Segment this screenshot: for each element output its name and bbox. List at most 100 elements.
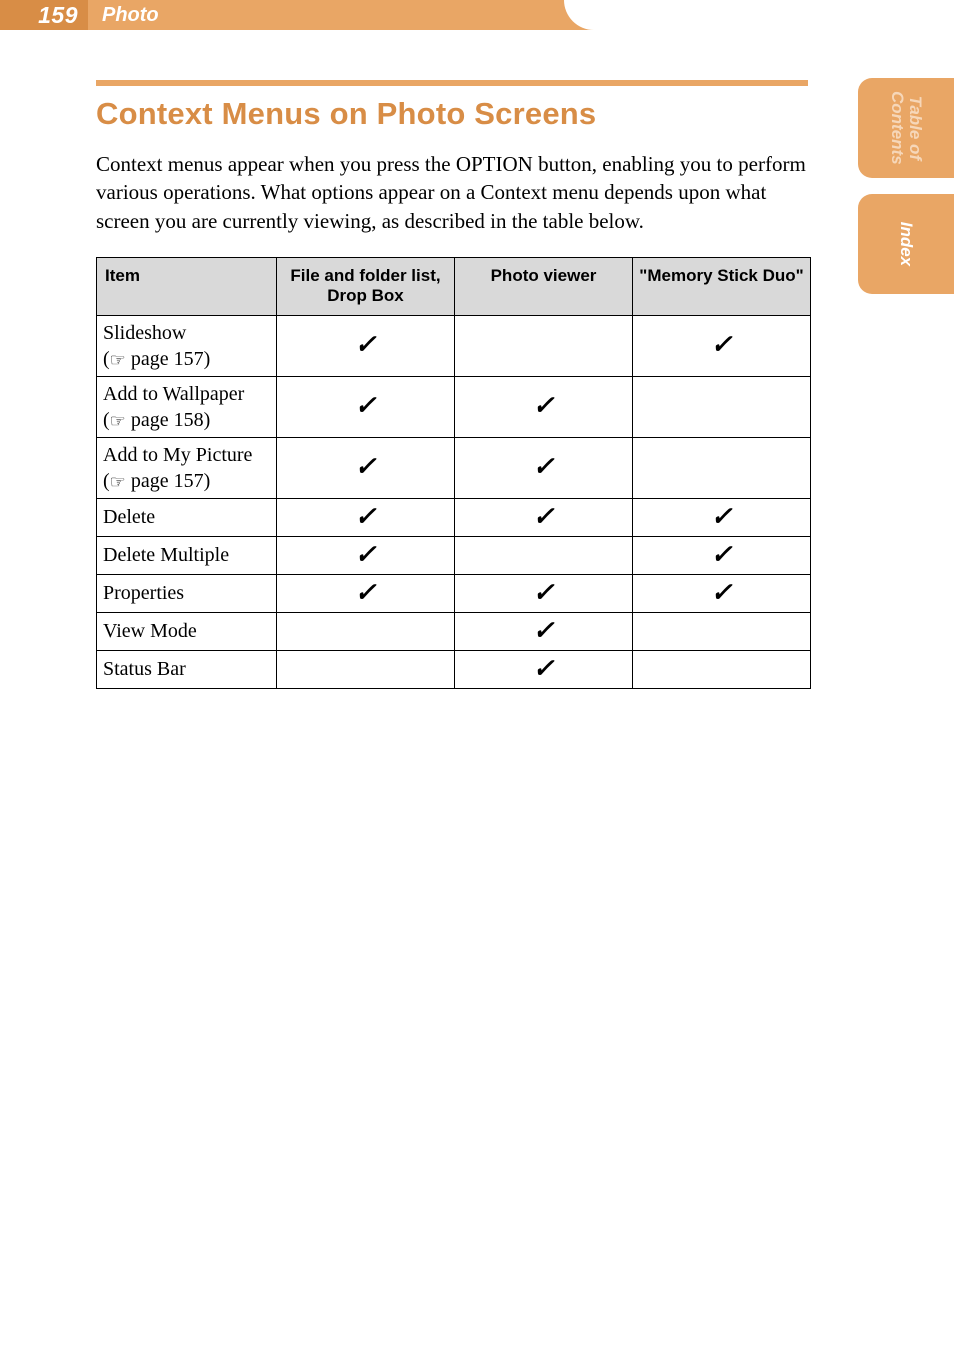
check-cell <box>455 536 633 574</box>
check-icon: ✓ <box>711 501 733 531</box>
check-cell <box>633 650 811 688</box>
check-cell: ✓ <box>277 536 455 574</box>
check-cell <box>277 650 455 688</box>
item-cell: Properties <box>97 574 277 612</box>
table-row: Slideshow(☞ page 157) ✓ ✓ <box>97 315 811 376</box>
check-cell: ✓ <box>277 574 455 612</box>
check-cell: ✓ <box>455 498 633 536</box>
page-number-box: 159 <box>0 0 88 30</box>
page-number: 159 <box>38 2 78 29</box>
ref-right-paren: ) <box>204 348 211 370</box>
ref-left-paren: ( <box>103 348 110 370</box>
check-icon: ✓ <box>533 653 555 683</box>
check-icon: ✓ <box>355 451 377 481</box>
item-name: Properties <box>103 580 270 606</box>
check-cell <box>633 437 811 498</box>
item-page-ref[interactable]: (☞ page 157) <box>103 346 270 372</box>
ref-right-paren: ) <box>204 409 211 431</box>
item-name: Add to My Picture <box>103 442 270 468</box>
tab-index[interactable]: Index <box>858 194 954 294</box>
item-name: Delete Multiple <box>103 542 270 568</box>
col-header-file-folder: File and folder list, Drop Box <box>277 258 455 316</box>
side-tabs: Table of Contents Index <box>858 78 954 294</box>
table-header-row: Item File and folder list, Drop Box Phot… <box>97 258 811 316</box>
tab-table-of-contents[interactable]: Table of Contents <box>858 78 954 178</box>
table-row: View Mode ✓ <box>97 612 811 650</box>
check-cell <box>633 612 811 650</box>
check-icon: ✓ <box>355 577 377 607</box>
header-right-mask <box>614 0 954 30</box>
tab-label: Table of Contents <box>888 80 924 176</box>
col-header-item: Item <box>97 258 277 316</box>
page-content: Context Menus on Photo Screens Context m… <box>0 30 954 689</box>
item-cell: Slideshow(☞ page 157) <box>97 315 277 376</box>
section-title: Photo <box>102 4 159 27</box>
page-heading: Context Menus on Photo Screens <box>96 96 808 132</box>
check-icon: ✓ <box>711 329 733 359</box>
check-cell: ✓ <box>633 498 811 536</box>
item-cell: Delete Multiple <box>97 536 277 574</box>
accent-rule <box>96 80 808 86</box>
header-bar: 159 Photo <box>0 0 954 30</box>
tab-label: Index <box>897 196 915 292</box>
check-icon: ✓ <box>533 501 555 531</box>
intro-paragraph: Context menus appear when you press the … <box>96 150 808 235</box>
table-row: Add to Wallpaper(☞ page 158) ✓ ✓ <box>97 376 811 437</box>
item-cell: View Mode <box>97 612 277 650</box>
item-page-ref[interactable]: (☞ page 158) <box>103 407 270 433</box>
header-curve <box>564 0 624 30</box>
check-icon: ✓ <box>355 390 377 420</box>
item-name: Delete <box>103 504 270 530</box>
check-cell <box>277 612 455 650</box>
check-icon: ✓ <box>355 539 377 569</box>
table-row: Delete ✓ ✓ ✓ <box>97 498 811 536</box>
check-icon: ✓ <box>533 390 555 420</box>
check-icon: ✓ <box>355 329 377 359</box>
check-icon: ✓ <box>533 577 555 607</box>
check-cell: ✓ <box>455 612 633 650</box>
check-icon: ✓ <box>711 577 733 607</box>
check-cell: ✓ <box>455 574 633 612</box>
page-ref-text: page 158 <box>126 409 204 431</box>
item-cell: Status Bar <box>97 650 277 688</box>
col-header-photo-viewer: Photo viewer <box>455 258 633 316</box>
item-name: Slideshow <box>103 320 270 346</box>
check-cell: ✓ <box>633 315 811 376</box>
check-icon: ✓ <box>533 451 555 481</box>
col-header-memory-stick: "Memory Stick Duo" <box>633 258 811 316</box>
page-ref-text: page 157 <box>126 470 204 492</box>
item-page-ref[interactable]: (☞ page 157) <box>103 468 270 494</box>
check-cell <box>633 376 811 437</box>
check-cell: ✓ <box>455 437 633 498</box>
context-menu-table: Item File and folder list, Drop Box Phot… <box>96 257 811 689</box>
table-row: Properties ✓ ✓ ✓ <box>97 574 811 612</box>
hand-point-icon: ☞ <box>110 351 126 369</box>
check-cell: ✓ <box>277 437 455 498</box>
check-cell: ✓ <box>277 315 455 376</box>
item-name: View Mode <box>103 618 270 644</box>
check-icon: ✓ <box>533 615 555 645</box>
hand-point-icon: ☞ <box>110 412 126 430</box>
check-cell <box>455 315 633 376</box>
table-row: Status Bar ✓ <box>97 650 811 688</box>
item-name: Status Bar <box>103 656 270 682</box>
ref-right-paren: ) <box>204 470 211 492</box>
check-cell: ✓ <box>633 536 811 574</box>
check-icon: ✓ <box>355 501 377 531</box>
check-cell: ✓ <box>455 650 633 688</box>
table-row: Delete Multiple ✓ ✓ <box>97 536 811 574</box>
item-cell: Add to My Picture(☞ page 157) <box>97 437 277 498</box>
hand-point-icon: ☞ <box>110 473 126 491</box>
check-cell: ✓ <box>633 574 811 612</box>
ref-left-paren: ( <box>103 409 110 431</box>
table-row: Add to My Picture(☞ page 157) ✓ ✓ <box>97 437 811 498</box>
check-cell: ✓ <box>455 376 633 437</box>
ref-left-paren: ( <box>103 470 110 492</box>
check-icon: ✓ <box>711 539 733 569</box>
check-cell: ✓ <box>277 498 455 536</box>
item-cell: Add to Wallpaper(☞ page 158) <box>97 376 277 437</box>
page-ref-text: page 157 <box>126 348 204 370</box>
item-name: Add to Wallpaper <box>103 381 270 407</box>
item-cell: Delete <box>97 498 277 536</box>
check-cell: ✓ <box>277 376 455 437</box>
